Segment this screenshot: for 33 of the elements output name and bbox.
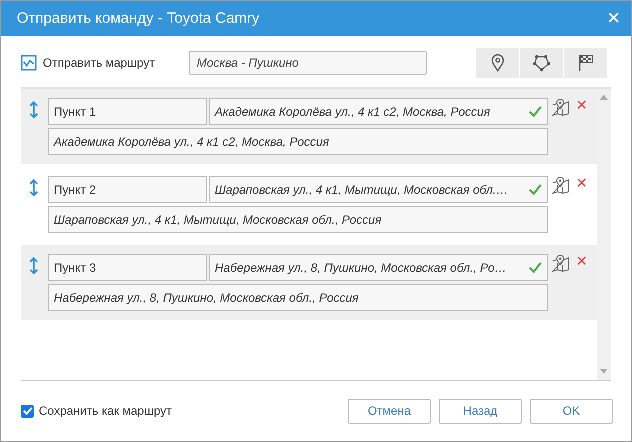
dialog-button[interactable]: Назад <box>439 398 522 424</box>
drag-handle-icon[interactable] <box>29 101 39 119</box>
map-pin-icon[interactable] <box>552 176 570 194</box>
dialog-button[interactable]: OK <box>530 398 613 424</box>
location-pin-button[interactable] <box>476 48 519 78</box>
point-name-field[interactable]: Пункт 2 <box>48 176 207 203</box>
remove-button[interactable]: ✕ <box>576 254 588 270</box>
full-address-field[interactable]: Шараповская ул., 4 к1, Мытищи, Московская обл., Россия <box>48 206 548 233</box>
location-pin-icon <box>490 54 504 72</box>
point-name-field[interactable]: Пункт 3 <box>48 254 207 281</box>
address-field[interactable]: Набережная ул., 8, Пушкино, Московская обл., Ро… <box>209 254 548 281</box>
address-field[interactable]: Академика Королёва ул., 4 к1 с2, Москва, Россия <box>209 98 548 125</box>
save-route-checkbox[interactable] <box>21 404 34 418</box>
address-field[interactable]: Шараповская ул., 4 к1, Мытищи, Московская обл.… <box>209 176 548 203</box>
window-title: Отправить команду - Toyota Camry <box>17 10 260 27</box>
drag-handle-icon[interactable] <box>29 179 39 197</box>
route-icon <box>21 54 37 70</box>
remove-button[interactable]: ✕ <box>576 176 588 192</box>
save-route-label: Сохранить как маршрут <box>39 404 172 418</box>
point-name-field[interactable]: Пункт 1 <box>48 98 207 125</box>
drag-handle-icon[interactable] <box>29 257 39 275</box>
checkered-flag-icon <box>578 54 594 72</box>
send-route-label: Отправить маршрут <box>43 56 156 70</box>
polygon-icon <box>532 54 550 72</box>
polygon-button[interactable] <box>520 48 563 78</box>
route-name-field[interactable]: Москва - Пушкино <box>189 50 427 74</box>
full-address-field[interactable]: Академика Королёва ул., 4 к1 с2, Москва, Россия <box>48 128 548 155</box>
map-pin-icon[interactable] <box>552 98 570 116</box>
remove-button[interactable]: ✕ <box>576 98 588 114</box>
full-address-field[interactable]: Набережная ул., 8, Пушкино, Московская обл., Россия <box>48 284 548 311</box>
dialog-button[interactable]: Отмена <box>348 398 431 424</box>
map-pin-icon[interactable] <box>552 254 570 272</box>
finish-flag-button[interactable] <box>564 48 607 78</box>
